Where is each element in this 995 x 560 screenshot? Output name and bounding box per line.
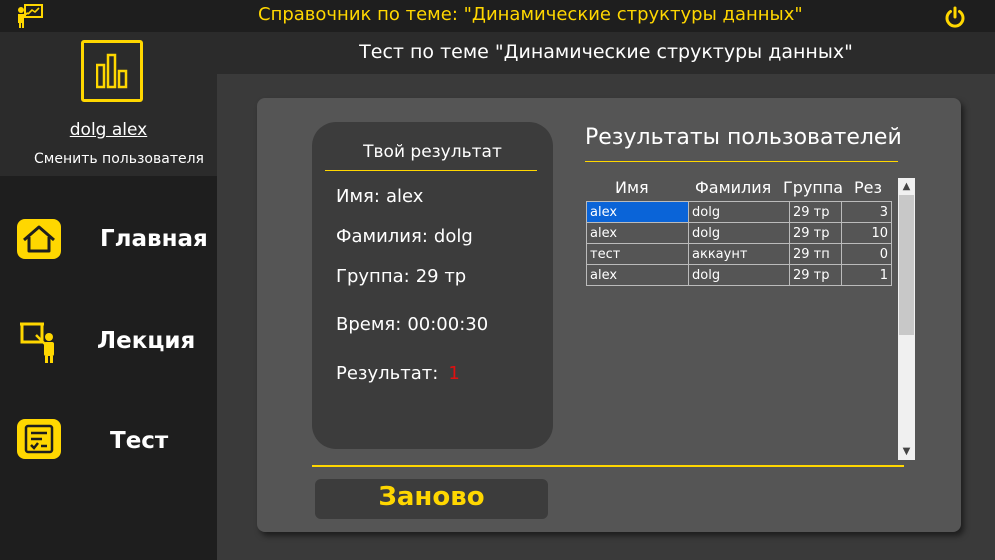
user-name-link[interactable]: dolg alex — [0, 120, 217, 140]
nav-label-test: Тест — [110, 428, 169, 454]
your-result-title: Твой результат — [363, 142, 502, 162]
table-cell[interactable]: alex — [586, 222, 689, 244]
table-cell[interactable]: 1 — [841, 264, 892, 286]
table-cell[interactable]: 29 тп — [789, 243, 842, 265]
change-user-link[interactable]: Сменить пользователя — [34, 151, 204, 167]
column-header[interactable]: Группа — [783, 178, 843, 197]
table-row[interactable]: alex dolg 29 тр 1 — [586, 264, 892, 286]
scroll-down-icon[interactable]: ▼ — [898, 443, 915, 460]
divider — [312, 465, 904, 467]
title-bar: Справочник по теме: "Динамические структ… — [0, 0, 995, 32]
retry-button[interactable]: Заново — [315, 479, 548, 519]
scrollbar-thumb[interactable] — [899, 195, 914, 335]
table-cell[interactable]: 3 — [841, 201, 892, 223]
power-icon[interactable] — [944, 6, 966, 28]
page-title: Тест по теме "Динамические структуры дан… — [359, 41, 853, 63]
sidebar: dolg alex Сменить пользователя Главная Л… — [0, 32, 217, 560]
app-title: Справочник по теме: "Динамические структ… — [258, 4, 803, 25]
table-header: Имя Фамилия Группа Рез — [586, 178, 891, 200]
table-row[interactable]: alex dolg 29 тр 3 — [586, 201, 892, 223]
field-group: Группа: 29 тр — [336, 266, 466, 287]
field-time: Время: 00:00:30 — [336, 314, 488, 335]
main-content: Твой результат Имя: alex Фамилия: dolg Гру… — [217, 74, 995, 560]
field-name-label: Имя: — [336, 186, 380, 207]
column-header[interactable]: Фамилия — [695, 178, 771, 197]
retry-button-label: Заново — [378, 482, 485, 512]
field-surname-label: Фамилия: — [336, 226, 428, 247]
column-header[interactable]: Рез — [854, 178, 882, 197]
table-row[interactable]: alex dolg 29 тр 10 — [586, 222, 892, 244]
your-result-card: Твой результат Имя: alex Фамилия: dolg Гру… — [312, 122, 553, 449]
table-cell[interactable]: 29 тр — [789, 222, 842, 244]
users-results-title: Результаты пользователей — [585, 125, 902, 150]
table-cell[interactable]: dolg — [688, 264, 790, 286]
field-time-label: Время: — [336, 314, 402, 335]
nav-item-lecture[interactable]: Лекция — [0, 310, 217, 370]
table-scrollbar[interactable]: ▲ ▼ — [898, 178, 915, 460]
nav-label-lecture: Лекция — [97, 328, 196, 354]
table-cell[interactable]: alex — [586, 201, 689, 223]
table-cell[interactable]: 0 — [841, 243, 892, 265]
lecture-icon — [16, 318, 62, 364]
home-icon — [16, 218, 62, 264]
user-profile: dolg alex Сменить пользователя — [0, 32, 217, 176]
field-name: Имя: alex — [336, 186, 423, 207]
results-panel: Твой результат Имя: alex Фамилия: dolg Гру… — [257, 98, 961, 532]
field-surname: Фамилия: dolg — [336, 226, 473, 247]
table-cell[interactable]: тест — [586, 243, 689, 265]
divider — [325, 170, 537, 171]
table-cell[interactable]: 29 тр — [789, 264, 842, 286]
table-row[interactable]: тест аккаунт 29 тп 0 — [586, 243, 892, 265]
table-cell[interactable]: dolg — [688, 222, 790, 244]
results-table[interactable]: Имя Фамилия Группа Рез alex dolg 29 тр 3… — [586, 178, 915, 460]
scroll-up-icon[interactable]: ▲ — [898, 178, 915, 195]
nav-label-home: Главная — [100, 226, 208, 252]
field-name-value: alex — [385, 186, 424, 207]
field-result-value: 1 — [448, 363, 460, 384]
table-body: alex dolg 29 тр 3 alex dolg 29 тр 10 тес… — [586, 201, 892, 286]
checklist-icon — [16, 418, 62, 464]
table-cell[interactable]: alex — [586, 264, 689, 286]
presentation-icon — [16, 3, 44, 29]
page-header: Тест по теме "Динамические структуры дан… — [217, 32, 995, 74]
nav-item-test[interactable]: Тест — [0, 410, 217, 470]
table-cell[interactable]: dolg — [688, 201, 790, 223]
field-group-value: 29 тр — [415, 266, 467, 287]
field-result-label: Результат: — [336, 363, 439, 384]
bar-chart-icon — [81, 40, 143, 102]
field-group-label: Группа: — [336, 266, 410, 287]
divider — [585, 161, 898, 162]
nav-item-home[interactable]: Главная — [0, 208, 217, 268]
column-header[interactable]: Имя — [615, 178, 649, 197]
table-cell[interactable]: 29 тр — [789, 201, 842, 223]
table-cell[interactable]: аккаунт — [688, 243, 790, 265]
field-surname-value: dolg — [433, 226, 473, 247]
field-time-value: 00:00:30 — [407, 314, 489, 335]
field-result: Результат: 1 — [336, 363, 460, 384]
table-cell[interactable]: 10 — [841, 222, 892, 244]
